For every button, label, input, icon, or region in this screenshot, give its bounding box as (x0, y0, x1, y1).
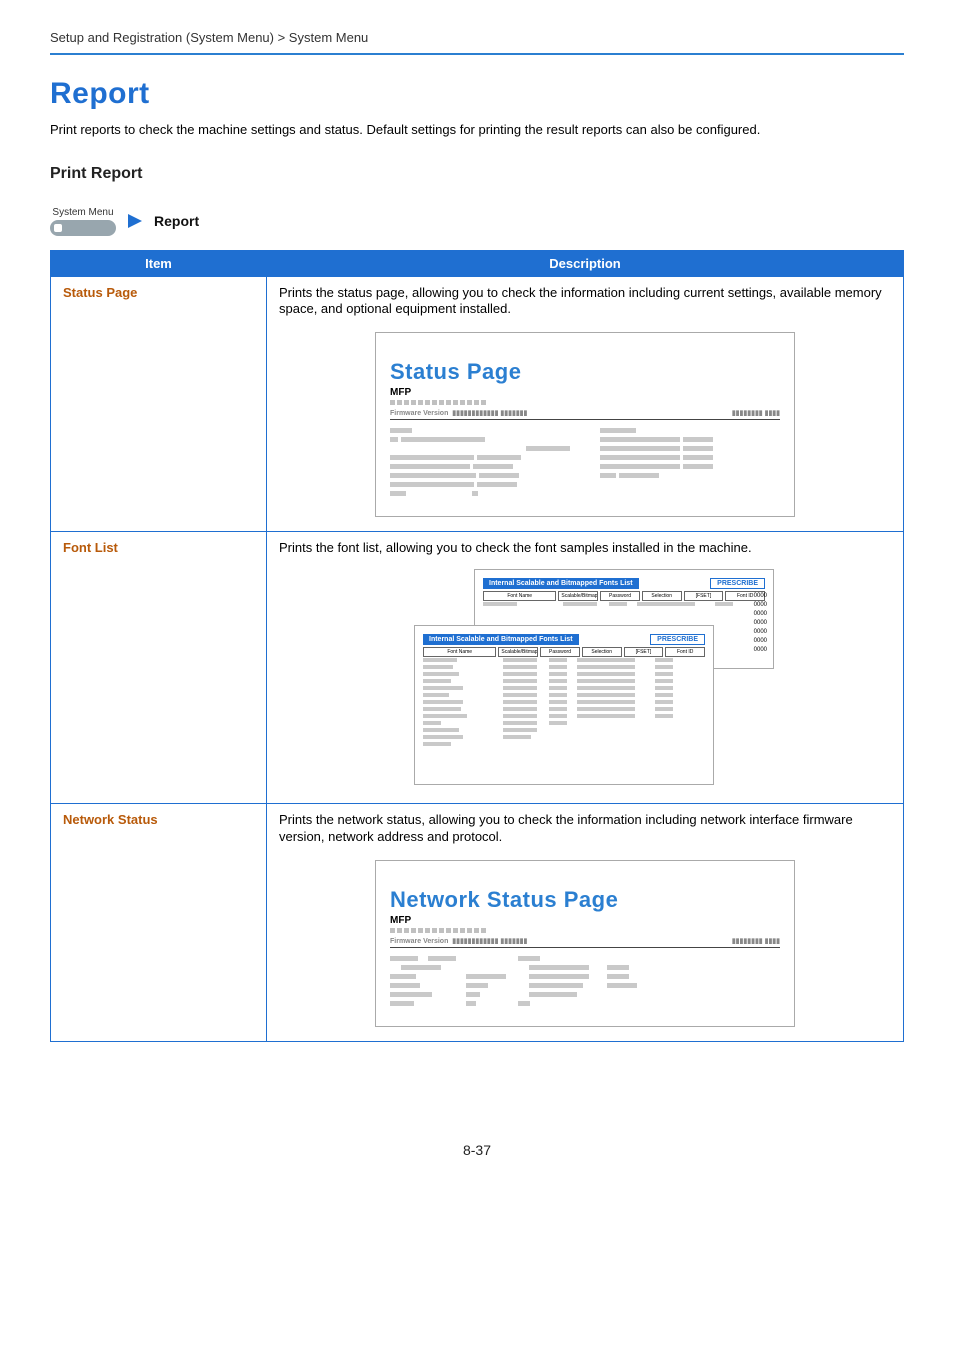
fontlist-banner: Internal Scalable and Bitmapped Fonts Li… (423, 634, 579, 645)
prescribe-badge: PRESCRIBE (650, 634, 705, 645)
firmware-row: Firmware Version ▮▮▮▮▮▮▮▮▮▮▮▮ ▮▮▮▮▮▮▮ ▮▮… (390, 937, 780, 945)
prescribe-badge: PRESCRIBE (710, 578, 765, 589)
sub-heading: Print Report (50, 165, 904, 183)
placeholder-blocks (390, 956, 780, 1010)
table-row: Font List Prints the font list, allowing… (51, 532, 904, 804)
item-desc: Prints the network status, allowing you … (279, 812, 891, 846)
item-desc: Prints the status page, allowing you to … (279, 285, 891, 319)
firmware-row: Firmware Version ▮▮▮▮▮▮▮▮▮▮▮▮ ▮▮▮▮▮▮▮ ▮▮… (390, 409, 780, 417)
font-list-sample: Internal Scalable and Bitmapped Fonts Li… (279, 569, 891, 789)
page-number: 8-37 (50, 1142, 904, 1158)
status-page-sample: Status Page MFP Firmware Version ▮▮▮▮▮▮▮… (279, 332, 891, 517)
header-item: Item (51, 250, 267, 276)
network-status-sample: Network Status Page MFP Firmware Version… (279, 860, 891, 1027)
fontlist-banner: Internal Scalable and Bitmapped Fonts Li… (483, 578, 639, 589)
system-menu-shape (50, 220, 116, 236)
item-name: Network Status (63, 812, 158, 827)
table-row: Network Status Prints the network status… (51, 804, 904, 1042)
page-title: Report (50, 77, 904, 111)
arrow-right-icon (126, 212, 144, 230)
sample-title: Network Status Page (390, 887, 780, 913)
placeholder-dots (390, 400, 780, 405)
table-row: Status Page Prints the status page, allo… (51, 276, 904, 532)
report-table: Item Description Status Page Prints the … (50, 250, 904, 1042)
fontlist-headers: Font Name Scalable/Bitmap Password Selec… (483, 591, 765, 601)
sample-sub: MFP (390, 387, 780, 398)
intro-text: Print reports to check the machine setti… (50, 121, 904, 139)
item-name: Status Page (63, 285, 137, 300)
sample-sub: MFP (390, 915, 780, 926)
nav-step-label: Report (154, 213, 199, 229)
system-menu-button: System Menu (50, 207, 116, 236)
nav-strip: System Menu Report (50, 207, 904, 236)
placeholder-dots (390, 928, 780, 933)
fontlist-headers: Font Name Scalable/Bitmap Password Selec… (423, 647, 705, 657)
system-menu-label: System Menu (50, 207, 116, 218)
sample-title: Status Page (390, 359, 780, 385)
item-desc: Prints the font list, allowing you to ch… (279, 540, 891, 557)
breadcrumb: Setup and Registration (System Menu) > S… (50, 30, 904, 53)
item-name: Font List (63, 540, 118, 555)
divider (50, 53, 904, 55)
placeholder-blocks (390, 428, 780, 500)
header-description: Description (267, 250, 904, 276)
